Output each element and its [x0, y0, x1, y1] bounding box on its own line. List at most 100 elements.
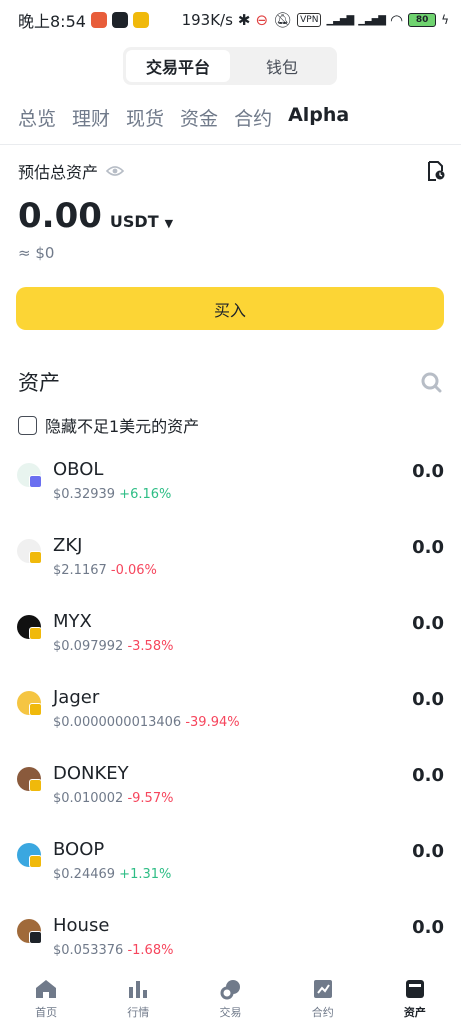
asset-price-line: $0.010002 -9.57% [53, 791, 173, 806]
asset-row[interactable]: DONKEY $0.010002 -9.57% 0.0 [0, 762, 461, 822]
nav-markets[interactable]: 行情 [92, 966, 184, 1024]
asset-price-line: $0.24469 +1.31% [53, 867, 171, 882]
app-notification-icon-2 [132, 12, 149, 28]
bottom-nav: 首页 行情 交易 合约 资产 [0, 966, 461, 1024]
tab-funding[interactable]: 资金 [180, 104, 218, 131]
asset-amount: 0.0 [412, 917, 444, 938]
charging-icon: ϟ [441, 13, 449, 27]
chain-badge-icon [29, 703, 42, 716]
asset-amount: 0.0 [412, 613, 444, 634]
asset-price: $0.24469 [53, 867, 116, 882]
asset-row[interactable]: MYX $0.097992 -3.58% 0.0 [0, 610, 461, 670]
asset-name: MYX [53, 611, 92, 632]
asset-row[interactable]: House $0.053376 -1.68% 0.0 [0, 914, 461, 974]
hide-small-checkbox[interactable] [18, 415, 37, 435]
vpn-icon: VPN [297, 13, 322, 27]
asset-price: $0.097992 [53, 639, 124, 654]
tab-overview[interactable]: 总览 [18, 104, 56, 131]
nav-assets[interactable]: 资产 [369, 966, 461, 1024]
chain-badge-icon [29, 779, 42, 792]
estimated-label: 预估总资产 [18, 163, 99, 182]
wallet-icon [405, 980, 424, 998]
asset-change: +6.16% [119, 487, 172, 502]
asset-name: ZKJ [53, 535, 83, 556]
assets-title: 资产 [18, 371, 60, 395]
switch-exchange[interactable]: 交易平台 [126, 50, 230, 82]
futures-icon [313, 980, 332, 998]
eye-icon[interactable] [106, 165, 125, 177]
chain-badge-icon [29, 551, 42, 564]
estimated-header: 预估总资产 [18, 160, 445, 182]
nav-futures[interactable]: 合约 [277, 966, 369, 1024]
asset-change: -1.68% [127, 943, 174, 958]
alarm-icon: ⊖ [255, 11, 269, 29]
asset-row[interactable]: BOOP $0.24469 +1.31% 0.0 [0, 838, 461, 898]
balance-approx-usd: ≈ $0 [18, 244, 55, 262]
asset-change: -3.58% [127, 639, 174, 654]
market-chart-icon [129, 981, 148, 998]
asset-price: $0.0000000013406 [53, 715, 182, 730]
nav-futures-label: 合约 [311, 1006, 334, 1019]
hide-small-assets[interactable]: 隐藏不足1美元的资产 [18, 413, 199, 437]
asset-price: $2.1167 [53, 563, 107, 578]
chain-badge-icon [29, 627, 42, 640]
nav-home[interactable]: 首页 [0, 966, 92, 1024]
history-icon[interactable] [427, 161, 445, 181]
asset-price: $0.053376 [53, 943, 124, 958]
mute-icon: 🔕︎ [273, 11, 293, 29]
asset-name: Jager [53, 687, 100, 708]
search-icon[interactable] [420, 371, 442, 393]
asset-price-line: $0.0000000013406 -39.94% [53, 715, 240, 730]
asset-amount: 0.0 [412, 765, 444, 786]
asset-change: -0.06% [110, 563, 157, 578]
tab-alpha[interactable]: Alpha [288, 104, 349, 131]
tab-futures[interactable]: 合约 [234, 104, 272, 131]
wifi-icon: ◠ [389, 11, 404, 29]
asset-change: +1.31% [119, 867, 172, 882]
nav-assets-label: 资产 [403, 1006, 426, 1019]
chain-badge-icon [29, 855, 42, 868]
bluetooth-icon: ✱ [237, 11, 251, 29]
asset-name: OBOL [53, 459, 104, 480]
nav-trade-label: 交易 [219, 1006, 242, 1019]
trade-icon [220, 980, 240, 1000]
asset-name: DONKEY [53, 763, 129, 784]
switch-wallet[interactable]: 钱包 [230, 50, 334, 82]
hide-small-label: 隐藏不足1美元的资产 [45, 417, 200, 436]
asset-name: House [53, 915, 110, 936]
platform-switch: 交易平台 钱包 [123, 47, 337, 85]
tab-earn[interactable]: 理财 [72, 104, 110, 131]
chain-badge-icon [29, 475, 42, 488]
asset-row[interactable]: OBOL $0.32939 +6.16% 0.0 [0, 458, 461, 518]
caret-down-icon[interactable]: ▼ [165, 217, 173, 230]
asset-name: BOOP [53, 839, 105, 860]
asset-row[interactable]: Jager $0.0000000013406 -39.94% 0.0 [0, 686, 461, 746]
asset-price: $0.32939 [53, 487, 116, 502]
battery-icon: 80 [408, 13, 437, 27]
buy-button[interactable]: 买入 [16, 287, 444, 330]
net-speed: 193K/s [181, 11, 233, 29]
asset-amount: 0.0 [412, 841, 444, 862]
asset-row[interactable]: ZKJ $2.1167 -0.06% 0.0 [0, 534, 461, 594]
binance-notification-icon [111, 12, 128, 28]
nav-markets-label: 行情 [127, 1006, 150, 1019]
balance-amount: 0.00 [18, 196, 102, 236]
asset-price: $0.010002 [53, 791, 124, 806]
tabs-divider [0, 144, 461, 145]
asset-price-line: $2.1167 -0.06% [53, 563, 157, 578]
asset-amount: 0.0 [412, 461, 444, 482]
tab-spot[interactable]: 现货 [126, 104, 164, 131]
asset-price-line: $0.097992 -3.58% [53, 639, 173, 654]
status-time: 晚上8:54 [18, 12, 86, 31]
asset-price-line: $0.053376 -1.68% [53, 943, 173, 958]
nav-trade[interactable]: 交易 [184, 966, 276, 1024]
asset-amount: 0.0 [412, 537, 444, 558]
balance-unit[interactable]: USDT [110, 212, 159, 231]
chain-badge-icon [29, 931, 42, 944]
home-icon [36, 980, 57, 998]
signal-icon-2: ▁▃▅▇ [358, 14, 386, 26]
asset-change: -39.94% [185, 715, 240, 730]
asset-tabs: 总览 理财 现货 资金 合约 Alpha [18, 104, 349, 131]
asset-change: -9.57% [127, 791, 174, 806]
asset-amount: 0.0 [412, 689, 444, 710]
